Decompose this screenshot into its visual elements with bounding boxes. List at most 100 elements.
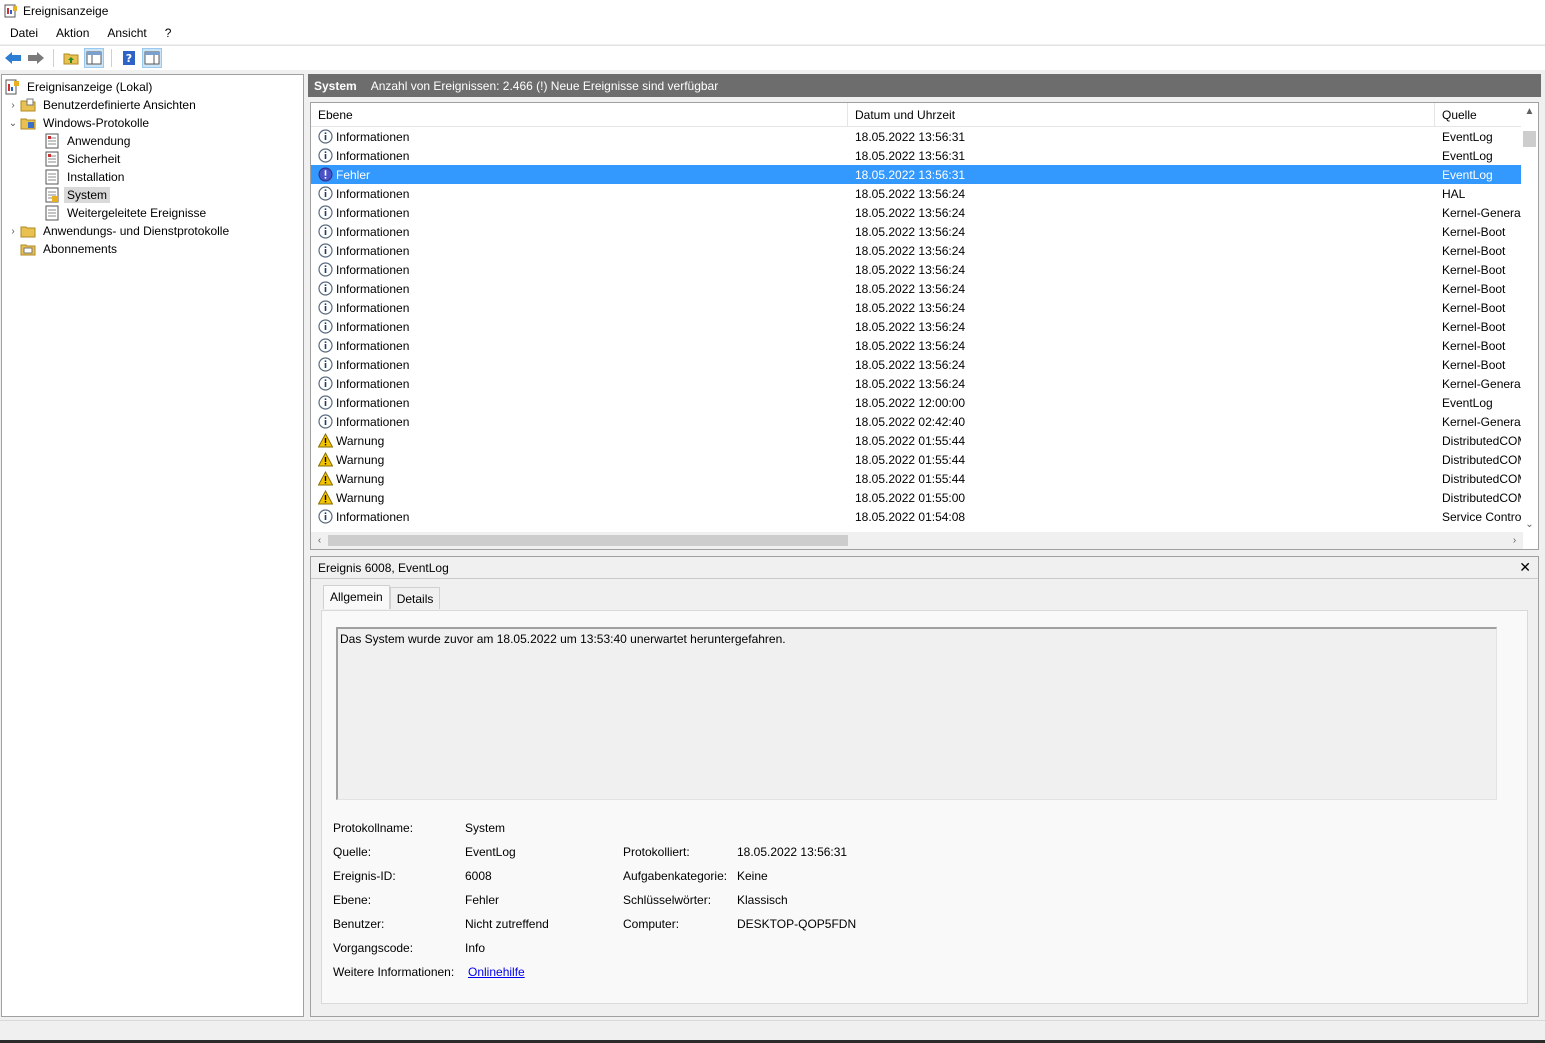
event-row[interactable]: Informationen 18.05.2022 13:56:31 EventLog <box>311 146 1538 165</box>
event-row[interactable]: Informationen 18.05.2022 13:56:24 Kernel-B… <box>311 260 1538 279</box>
information-icon <box>318 319 333 334</box>
information-icon <box>318 186 333 201</box>
folder-icon <box>20 97 36 113</box>
prop-value: Fehler <box>465 893 500 907</box>
scroll-left-icon[interactable]: ‹ <box>311 532 328 549</box>
scroll-thumb[interactable] <box>1523 131 1536 147</box>
menu-ansicht[interactable]: Ansicht <box>101 26 152 40</box>
information-icon <box>318 509 333 524</box>
event-row[interactable]: Warnung 18.05.2022 01:55:44 DistributedCOM <box>311 450 1538 469</box>
warning-icon <box>318 452 333 467</box>
horizontal-scrollbar[interactable]: ‹ › <box>311 532 1523 549</box>
event-row[interactable]: Informationen 18.05.2022 13:56:24 Kernel-B… <box>311 355 1538 374</box>
event-source: DistributedCOM <box>1442 471 1521 486</box>
event-level-label: Informationen <box>336 243 410 258</box>
onlinehilfe-link[interactable]: Onlinehilfe <box>468 965 525 979</box>
event-row[interactable]: Informationen 18.05.2022 12:00:00 EventLog <box>311 393 1538 412</box>
scroll-thumb-horizontal[interactable] <box>328 535 848 546</box>
event-level: Informationen <box>311 281 848 296</box>
event-date: 18.05.2022 13:56:24 <box>855 243 966 258</box>
tree-node-windows-protokolle[interactable]: ⌄ Windows-Protokolle <box>2 114 303 132</box>
information-icon <box>318 300 333 315</box>
navigation-tree: Ereignisanzeige (Lokal) › Benutzerdefini… <box>1 74 304 1017</box>
event-row[interactable]: Informationen 18.05.2022 13:56:24 HAL <box>311 184 1538 203</box>
event-row[interactable]: Informationen 18.05.2022 13:56:24 Kernel-B… <box>311 336 1538 355</box>
event-row[interactable]: Fehler 18.05.2022 13:56:31 EventLog <box>311 165 1538 184</box>
event-row[interactable]: Informationen 18.05.2022 13:56:24 Kernel-G… <box>311 374 1538 393</box>
chevron-down-icon[interactable]: ⌄ <box>6 118 20 129</box>
tree-label: Anwendung <box>67 134 131 148</box>
tab-details[interactable]: Details <box>389 587 441 609</box>
event-count-info[interactable]: Anzahl von Ereignissen: 2.466 (!) Neue E… <box>371 79 719 93</box>
log-header-bar: System Anzahl von Ereignissen: 2.466 (!)… <box>308 74 1541 97</box>
show-hide-tree-button[interactable] <box>84 48 104 68</box>
event-level-label: Warnung <box>336 490 385 505</box>
tree-node-system[interactable]: System <box>2 186 303 204</box>
event-level-label: Informationen <box>336 395 410 410</box>
event-level: Informationen <box>311 357 848 372</box>
subscription-icon <box>20 241 36 257</box>
close-icon[interactable]: ✕ <box>1519 559 1531 576</box>
log-icon <box>44 187 60 203</box>
event-source: Kernel-General <box>1442 376 1521 391</box>
tab-allgemein[interactable]: Allgemein <box>323 585 390 609</box>
menu-aktion[interactable]: Aktion <box>50 26 95 40</box>
event-level: Informationen <box>311 319 848 334</box>
event-row[interactable]: Informationen 18.05.2022 13:56:24 Kernel-B… <box>311 222 1538 241</box>
tree-node-ereignisanzeige[interactable]: Ereignisanzeige (Lokal) <box>2 78 303 96</box>
help-button[interactable]: ? <box>119 48 139 68</box>
tree-node-installation[interactable]: Installation <box>2 168 303 186</box>
event-source: EventLog <box>1442 148 1493 163</box>
up-folder-button[interactable] <box>61 48 81 68</box>
tree-node-sicherheit[interactable]: Sicherheit <box>2 150 303 168</box>
event-level-label: Informationen <box>336 129 410 144</box>
event-date: 18.05.2022 13:56:24 <box>855 224 966 239</box>
menu-datei[interactable]: Datei <box>4 26 44 40</box>
event-row[interactable]: Warnung 18.05.2022 01:55:44 DistributedCOM <box>311 469 1538 488</box>
event-source: EventLog <box>1442 167 1493 182</box>
chevron-right-icon[interactable]: › <box>6 100 20 111</box>
event-row[interactable]: Warnung 18.05.2022 01:55:00 DistributedCOM <box>311 488 1538 507</box>
show-action-pane-button[interactable] <box>142 48 162 68</box>
event-date: 18.05.2022 13:56:24 <box>855 338 966 353</box>
event-level-label: Informationen <box>336 338 410 353</box>
event-row[interactable]: Informationen 18.05.2022 01:54:08 Service … <box>311 507 1538 526</box>
event-row[interactable]: Warnung 18.05.2022 01:55:44 DistributedCOM <box>311 431 1538 450</box>
column-header-quelle[interactable]: Quelle <box>1435 103 1525 127</box>
detail-header: Ereignis 6008, EventLog ✕ <box>311 557 1538 579</box>
tree-node-benutzerdefinierte-ansichten[interactable]: › Benutzerdefinierte Ansichten <box>2 96 303 114</box>
column-header-datum[interactable]: Datum und Uhrzeit <box>848 103 1435 127</box>
vertical-scrollbar[interactable]: ▲ ⌄ <box>1521 103 1538 533</box>
scroll-right-icon[interactable]: › <box>1506 532 1523 549</box>
event-row[interactable]: Informationen 18.05.2022 13:56:24 Kernel-B… <box>311 298 1538 317</box>
tree-node-anwendungs-und-dienstprotokolle[interactable]: › Anwendungs- und Dienstprotokolle <box>2 222 303 240</box>
event-level-label: Informationen <box>336 319 410 334</box>
event-row[interactable]: Informationen 18.05.2022 13:56:24 Kernel-B… <box>311 279 1538 298</box>
event-row[interactable]: Informationen 18.05.2022 13:56:31 EventLog <box>311 127 1538 146</box>
tree-node-weitergeleitete-ereignisse[interactable]: Weitergeleitete Ereignisse <box>2 204 303 222</box>
back-button[interactable] <box>3 48 23 68</box>
event-row[interactable]: Informationen 18.05.2022 13:56:24 Kernel-B… <box>311 317 1538 336</box>
prop-label: Aufgabenkategorie: <box>623 869 728 883</box>
event-level: Informationen <box>311 148 848 163</box>
scroll-up-icon[interactable]: ▲ <box>1521 103 1538 120</box>
tree-node-abonnements[interactable]: Abonnements <box>2 240 303 258</box>
scroll-down-icon[interactable]: ⌄ <box>1521 516 1538 533</box>
toolbar-separator <box>111 49 112 67</box>
tree-node-anwendung[interactable]: Anwendung <box>2 132 303 150</box>
event-level-label: Informationen <box>336 281 410 296</box>
column-header-ebene[interactable]: Ebene <box>311 103 848 127</box>
forward-button[interactable] <box>26 48 46 68</box>
event-source: Kernel-Boot <box>1442 262 1506 277</box>
prop-label: Protokollname: <box>333 821 414 835</box>
tree-panel-icon <box>86 51 102 65</box>
event-date: 18.05.2022 13:56:24 <box>855 186 966 201</box>
event-row[interactable]: Informationen 18.05.2022 13:56:24 Kernel-B… <box>311 241 1538 260</box>
event-row[interactable]: Informationen 18.05.2022 02:42:40 Kernel-G… <box>311 412 1538 431</box>
event-rows: Informationen 18.05.2022 13:56:31 EventLog… <box>311 127 1538 526</box>
menu-help[interactable]: ? <box>159 26 178 40</box>
event-date: 18.05.2022 02:42:40 <box>855 414 966 429</box>
event-message[interactable]: Das System wurde zuvor am 18.05.2022 um … <box>336 627 1497 800</box>
event-row[interactable]: Informationen 18.05.2022 13:56:24 Kernel-G… <box>311 203 1538 222</box>
chevron-right-icon[interactable]: › <box>6 226 20 237</box>
